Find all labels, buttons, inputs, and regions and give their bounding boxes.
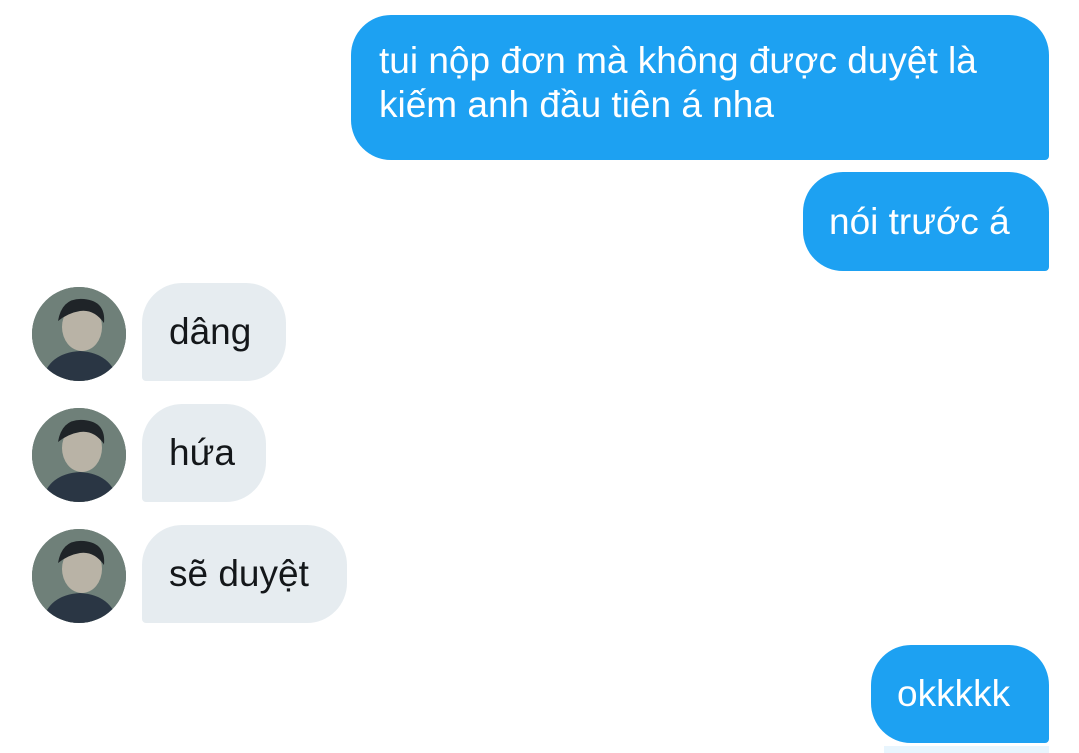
message-bubble-received[interactable]: sẽ duyệt [142, 525, 347, 623]
message-bubble-received[interactable]: hứa [142, 404, 266, 502]
message-text: sẽ duyệt [169, 553, 309, 594]
chat-thread: tui nộp đơn mà không được duyệt là kiếm … [0, 0, 1079, 753]
cutoff-indicator [884, 746, 1049, 753]
contact-avatar[interactable] [32, 408, 126, 502]
avatar-photo-icon [32, 287, 126, 381]
message-text-line-1: tui nộp đơn mà không được duyệt là [379, 40, 977, 81]
contact-avatar[interactable] [32, 529, 126, 623]
avatar-photo-icon [32, 529, 126, 623]
message-bubble-sent[interactable]: nói trước á [803, 172, 1049, 271]
message-text: dâng [169, 311, 252, 352]
avatar-photo-icon [32, 408, 126, 502]
message-bubble-sent[interactable]: tui nộp đơn mà không được duyệt là kiếm … [351, 15, 1049, 160]
message-text: nói trước á [829, 201, 1010, 242]
message-text: hứa [169, 432, 235, 473]
contact-avatar[interactable] [32, 287, 126, 381]
message-bubble-sent[interactable]: okkkkk [871, 645, 1049, 743]
message-bubble-received[interactable]: dâng [142, 283, 286, 381]
message-text-line-2: kiếm anh đầu tiên á nha [379, 84, 774, 125]
message-text: okkkkk [897, 673, 1011, 714]
